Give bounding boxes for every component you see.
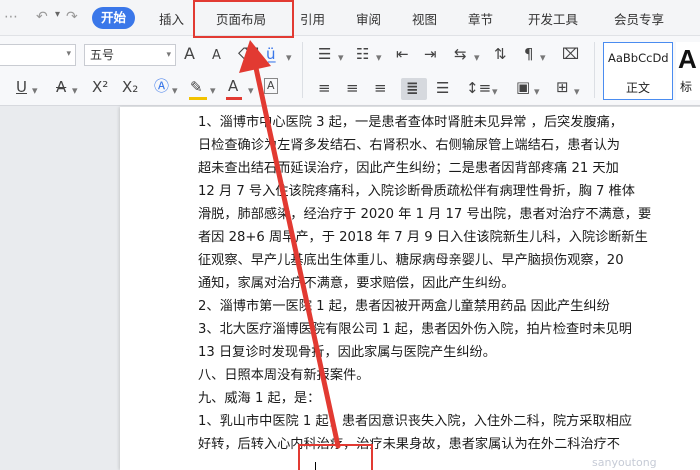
watermark: sanyoutong	[592, 456, 657, 469]
tab-developer[interactable]: 开发工具	[528, 9, 578, 28]
menu-bar: ⋯ ↶ ↷ ▾ 开始 插入 页面布局 引用 审阅 视图 章节 开发工具 会员专享	[0, 0, 700, 36]
undo-icon[interactable]: ↶	[36, 9, 48, 25]
style-name: 正文	[625, 81, 650, 95]
chevron-down-icon[interactable]: ▾	[172, 82, 178, 100]
divider	[594, 42, 595, 98]
doc-line: 3、北大医疗淄博医院有限公司 1 起，患者因外伤入院，拍片检查时未见明	[198, 322, 632, 337]
doc-line: 13 日复诊时发现骨折，因此家属与医院产生纠纷。	[198, 345, 496, 360]
font-shrink-icon[interactable]: A	[212, 47, 221, 65]
chevron-down-icon[interactable]: ▾	[534, 83, 540, 101]
doc-line: 1、乳山市中医院 1 起，患者因意识丧失入院，入住外二科，院方采取相应	[198, 414, 632, 429]
font-color-icon[interactable]: A	[228, 77, 238, 95]
undo-dropdown-icon[interactable]: ▾	[55, 9, 60, 20]
redo-arrow-icon[interactable]: ↷	[66, 9, 78, 25]
chinese-layout-icon[interactable]: ⇆	[454, 45, 467, 63]
tab-references[interactable]: 引用	[300, 9, 325, 28]
align-right-icon[interactable]: ≡	[374, 79, 387, 97]
clear-format-icon[interactable]: ⌫	[238, 45, 259, 63]
tab-home[interactable]: 开始	[92, 7, 136, 29]
chevron-down-icon[interactable]: ▾	[72, 82, 78, 100]
doc-line: 1、淄博市中心医院 3 起，一是患者查体时肾脏未见异常 ，后突发腹痛，	[198, 115, 623, 130]
show-hide-icon[interactable]: ⌧	[562, 45, 579, 63]
font-size-value: 五号	[90, 48, 115, 62]
doc-line: 超未查出结石而延误治疗，因此产生纠纷；二是患者因背部疼痛 21 天加	[198, 161, 619, 176]
style-heading-card[interactable]: A 标	[676, 42, 700, 100]
show-marks-icon[interactable]: ¶	[524, 45, 534, 63]
distribute-icon[interactable]: ☰	[436, 79, 449, 97]
style-sample: AaBbCcDd	[608, 51, 669, 65]
doc-line: 九、威海 1 起，是：	[198, 391, 321, 406]
font-size-select[interactable]: 五号 ▾	[84, 44, 176, 66]
chevron-down-icon[interactable]: ▾	[376, 49, 382, 67]
numbered-list-icon[interactable]: ☷	[356, 45, 369, 63]
increase-indent-icon[interactable]: ⇥	[424, 45, 437, 63]
font-color-bar	[226, 97, 242, 100]
tab-section[interactable]: 章节	[468, 9, 493, 28]
justify-icon[interactable]: ≣	[406, 79, 419, 97]
char-border-icon[interactable]: A	[264, 78, 278, 94]
chevron-down-icon[interactable]: ▾	[210, 82, 216, 100]
chevron-down-icon[interactable]: ▾	[286, 49, 292, 67]
align-left-icon[interactable]: ≡	[318, 79, 331, 97]
font-name-select[interactable]: ▾	[0, 44, 76, 66]
chevron-down-icon[interactable]: ▾	[574, 83, 580, 101]
doc-line: 征观察、早产儿基底出生体重儿、糖尿病母亲婴儿、早产脑损伤观察，20	[198, 253, 624, 268]
highlight-box-cursor	[298, 444, 373, 470]
chevron-down-icon: ▾	[66, 49, 71, 59]
style-name: 标	[680, 80, 693, 94]
underline-icon[interactable]: U	[16, 78, 27, 96]
highlight-color-bar	[189, 97, 207, 100]
chevron-down-icon[interactable]: ▾	[474, 49, 480, 67]
chevron-down-icon[interactable]: ▾	[32, 82, 38, 100]
tab-insert[interactable]: 插入	[159, 9, 184, 28]
redo-icon[interactable]: ⋯	[4, 9, 18, 25]
doc-line: 滑脱，肺部感染，经治疗于 2020 年 1 月 17 号出院，患者对治疗不满意，…	[198, 207, 652, 222]
subscript-icon[interactable]: X₂	[122, 78, 138, 96]
font-grow-icon[interactable]: A	[184, 45, 195, 63]
superscript-icon[interactable]: X²	[92, 78, 108, 96]
chevron-down-icon[interactable]: ▾	[492, 83, 498, 101]
document-page[interactable]: 1、淄博市中心医院 3 起，一是患者查体时肾脏未见异常 ，后突发腹痛， 日检查确…	[120, 107, 700, 470]
phonetic-guide-icon[interactable]: ü̲	[266, 45, 276, 63]
highlight-icon[interactable]: ✎	[190, 78, 203, 96]
doc-line: 12 月 7 号入住该院疼痛科，入院诊断骨质疏松伴有病理性骨折，胸 7 椎体	[198, 184, 635, 199]
tab-member[interactable]: 会员专享	[614, 9, 664, 28]
text-effect-icon[interactable]: Ⓐ	[154, 77, 169, 95]
style-normal-card[interactable]: AaBbCcDd 正文	[603, 42, 673, 100]
line-spacing-icon[interactable]: ↕≡	[466, 79, 491, 97]
borders-icon[interactable]: ⊞	[556, 78, 569, 96]
doc-line: 通知，家属对治疗不满意，要求赔偿，因此产生纠纷。	[198, 276, 515, 291]
tab-view[interactable]: 视图	[412, 9, 437, 28]
strikethrough-icon[interactable]: A	[56, 78, 66, 96]
highlight-box-page-layout	[193, 0, 294, 38]
tab-review[interactable]: 审阅	[356, 9, 381, 28]
doc-line: 2、淄博市第一医院 1 起，患者因被开两盒儿童禁用药品 因此产生纠纷	[198, 299, 610, 314]
ribbon-toolbar: ▾ 五号 ▾ A A ⌫ ü̲ ▾ U ▾ A ▾ X² X₂ Ⓐ ▾ ✎ ▾ …	[0, 36, 700, 106]
doc-line: 好转，后转入心内科治疗，治疗未果身故，患者家属认为在外二科治疗不	[198, 437, 620, 452]
sort-icon[interactable]: ⇅	[494, 45, 507, 63]
chevron-down-icon[interactable]: ▾	[338, 49, 344, 67]
chevron-down-icon: ▾	[166, 50, 171, 60]
doc-line: 八、日照本周没有新报案件。	[198, 368, 370, 383]
decrease-indent-icon[interactable]: ⇤	[396, 45, 409, 63]
align-center-icon[interactable]: ≡	[346, 79, 359, 97]
document-area: 1、淄博市中心医院 3 起，一是患者查体时肾脏未见异常 ，后突发腹痛， 日检查确…	[0, 107, 700, 470]
style-sample: A	[678, 44, 697, 74]
shading-icon[interactable]: ▣	[516, 78, 530, 96]
chevron-down-icon[interactable]: ▾	[540, 49, 546, 67]
chevron-down-icon[interactable]: ▾	[248, 82, 254, 100]
doc-line: 者因 28+6 周早产，于 2018 年 7 月 9 日入住该院新生儿科，入院诊…	[198, 230, 648, 245]
divider	[302, 42, 303, 98]
doc-line: 日检查确诊为左肾多发结石、右肾积水、右侧输尿管上端结石，患者认为	[198, 138, 620, 153]
bullet-list-icon[interactable]: ☰	[318, 45, 331, 63]
